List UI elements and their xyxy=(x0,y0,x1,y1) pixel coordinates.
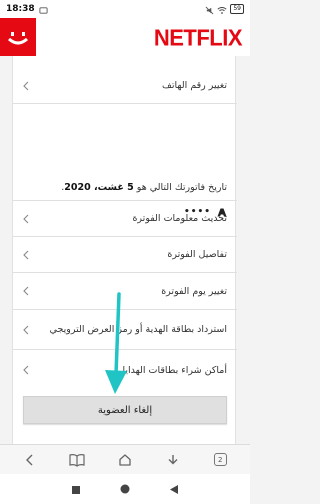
menu-item-redeem-gift[interactable]: استرداد بطاقة الهدية أو رمز العرض التروي… xyxy=(13,310,237,350)
menu-item-label: تفاصيل الفوترة xyxy=(167,249,227,260)
smiley-icon xyxy=(8,32,28,45)
menu-item-update-billing[interactable]: تحديث معلومات الفوترة xyxy=(13,200,237,237)
tab-count-badge: 2 xyxy=(213,453,227,466)
change-phone-row[interactable]: تغيير رقم الهاتف xyxy=(13,68,237,104)
menu-item-billing-day[interactable]: تغيير يوم الفوترة xyxy=(13,273,237,310)
billing-date: 5 غشت، 2020 xyxy=(64,182,134,193)
download-button[interactable] xyxy=(161,448,185,472)
battery-indicator: 59 xyxy=(230,4,244,14)
back-button[interactable] xyxy=(18,448,42,472)
cancel-membership-button[interactable]: إلغاء العضوية xyxy=(23,396,227,424)
menu-item-gift-card-stores[interactable]: أماكن شراء بطاقات الهدايا xyxy=(13,350,237,390)
mute-icon xyxy=(205,0,214,19)
square-icon xyxy=(72,485,80,494)
wifi-icon xyxy=(217,0,227,19)
chevron-left-icon xyxy=(25,454,33,465)
browser-toolbar: 2 xyxy=(0,444,250,474)
menu-item-label: تحديث معلومات الفوترة xyxy=(132,213,227,224)
status-time: 18:38 xyxy=(6,4,35,14)
download-icon xyxy=(168,454,178,464)
chevron-left-icon xyxy=(21,365,31,375)
menu-item-billing-details[interactable]: تفاصيل الفوترة xyxy=(13,237,237,273)
chevron-left-icon xyxy=(21,214,31,224)
menu-item-label: أماكن شراء بطاقات الهدايا xyxy=(122,364,227,376)
home-button[interactable] xyxy=(113,448,137,472)
recents-button[interactable] xyxy=(71,480,81,499)
home-nav-button[interactable] xyxy=(119,480,131,499)
netflix-header: NETFLIX xyxy=(0,18,250,56)
tabs-button[interactable]: 2 xyxy=(208,448,232,472)
menu-item-label: استرداد بطاقة الهدية أو رمز العرض التروي… xyxy=(49,324,227,335)
account-card: تغيير رقم الهاتف تاريخ فاتورتك التالي هو… xyxy=(12,56,237,444)
chevron-left-icon xyxy=(21,325,31,335)
book-icon xyxy=(69,453,85,467)
chevron-left-icon xyxy=(21,286,31,296)
circle-icon xyxy=(120,484,130,493)
chevron-left-icon xyxy=(21,250,31,260)
back-nav-button[interactable] xyxy=(169,480,179,499)
status-bar: 18:38 59 xyxy=(0,0,250,18)
profile-avatar[interactable] xyxy=(0,18,36,56)
menu-item-label: تغيير يوم الفوترة xyxy=(161,285,227,297)
notification-icon xyxy=(39,0,48,19)
billing-prefix: تاريخ فاتورتك التالي هو xyxy=(136,182,227,193)
home-icon xyxy=(119,453,131,466)
triangle-back-icon xyxy=(170,484,178,494)
bookmarks-button[interactable] xyxy=(65,448,89,472)
chevron-left-icon xyxy=(21,81,31,91)
next-billing-text: تاريخ فاتورتك التالي هو 5 غشت، 2020. xyxy=(61,182,227,193)
change-phone-label: تغيير رقم الهاتف xyxy=(162,80,227,91)
system-navigation-bar xyxy=(0,474,250,504)
netflix-logo[interactable]: NETFLIX xyxy=(154,24,243,51)
